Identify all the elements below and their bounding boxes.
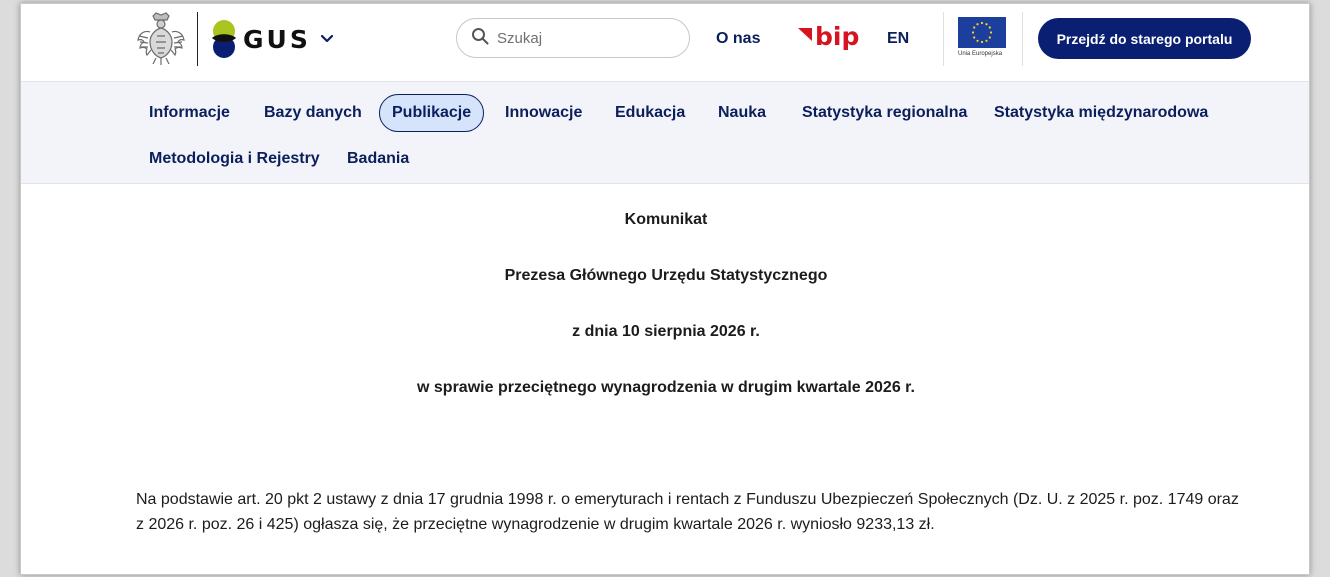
polish-eagle-icon[interactable] [136, 12, 186, 66]
about-link[interactable]: O nas [716, 30, 760, 48]
gus-logo[interactable]: GUS [209, 18, 335, 60]
eu-divider-right [1022, 12, 1023, 66]
logo-divider [197, 12, 198, 66]
nav-item-statystyka-miedzynarodowa[interactable]: Statystyka międzynarodowa [982, 94, 1220, 132]
nav-item-metodologia-i-rejestry[interactable]: Metodologia i Rejestry [137, 140, 332, 178]
language-switch-en[interactable]: EN [887, 30, 909, 48]
page: GUS O nas bip EN [20, 3, 1310, 575]
eu-label: Unia Europejska [958, 51, 1003, 57]
nav-item-informacje[interactable]: Informacje [137, 94, 242, 132]
nav-item-nauka[interactable]: Nauka [706, 94, 778, 132]
nav-item-statystyka-regionalna[interactable]: Statystyka regionalna [790, 94, 979, 132]
bip-link[interactable]: bip [797, 24, 859, 49]
search-icon[interactable] [471, 27, 489, 50]
old-portal-button[interactable]: Przejdź do starego portalu [1038, 18, 1251, 59]
bip-flag-icon [797, 26, 813, 47]
nav-item-edukacja[interactable]: Edukacja [603, 94, 697, 132]
gus-logo-text: GUS [243, 24, 311, 54]
announcement-body: Na podstawie art. 20 pkt 2 ustawy z dnia… [136, 491, 1239, 533]
site-header: GUS O nas bip EN [21, 4, 1309, 82]
announcement-heading: Komunikat [624, 211, 708, 228]
announcement-subject: w sprawie przeciętnego wynagrodzenia w d… [417, 379, 915, 396]
announcement-issuer: Prezesa Głównego Urzędu Statystycznego [504, 267, 828, 284]
gus-logo-mark-icon [209, 18, 239, 60]
nav-item-badania[interactable]: Badania [335, 140, 421, 178]
eu-flag-icon [958, 17, 1006, 48]
nav-item-bazy-danych[interactable]: Bazy danych [252, 94, 374, 132]
nav-item-publikacje[interactable]: Publikacje [379, 94, 485, 132]
search-input[interactable] [497, 29, 677, 47]
chevron-down-icon[interactable] [319, 31, 335, 47]
bip-label: bip [815, 22, 860, 51]
main-navigation: Informacje Bazy danych Publikacje Innowa… [21, 82, 1309, 184]
eu-badge: Unia Europejska [958, 17, 1008, 57]
search-box[interactable] [456, 18, 690, 58]
eu-divider-left [943, 12, 944, 66]
announcement-date: z dnia 10 sierpnia 2026 r. [572, 323, 760, 340]
nav-item-innowacje[interactable]: Innowacje [493, 94, 594, 132]
